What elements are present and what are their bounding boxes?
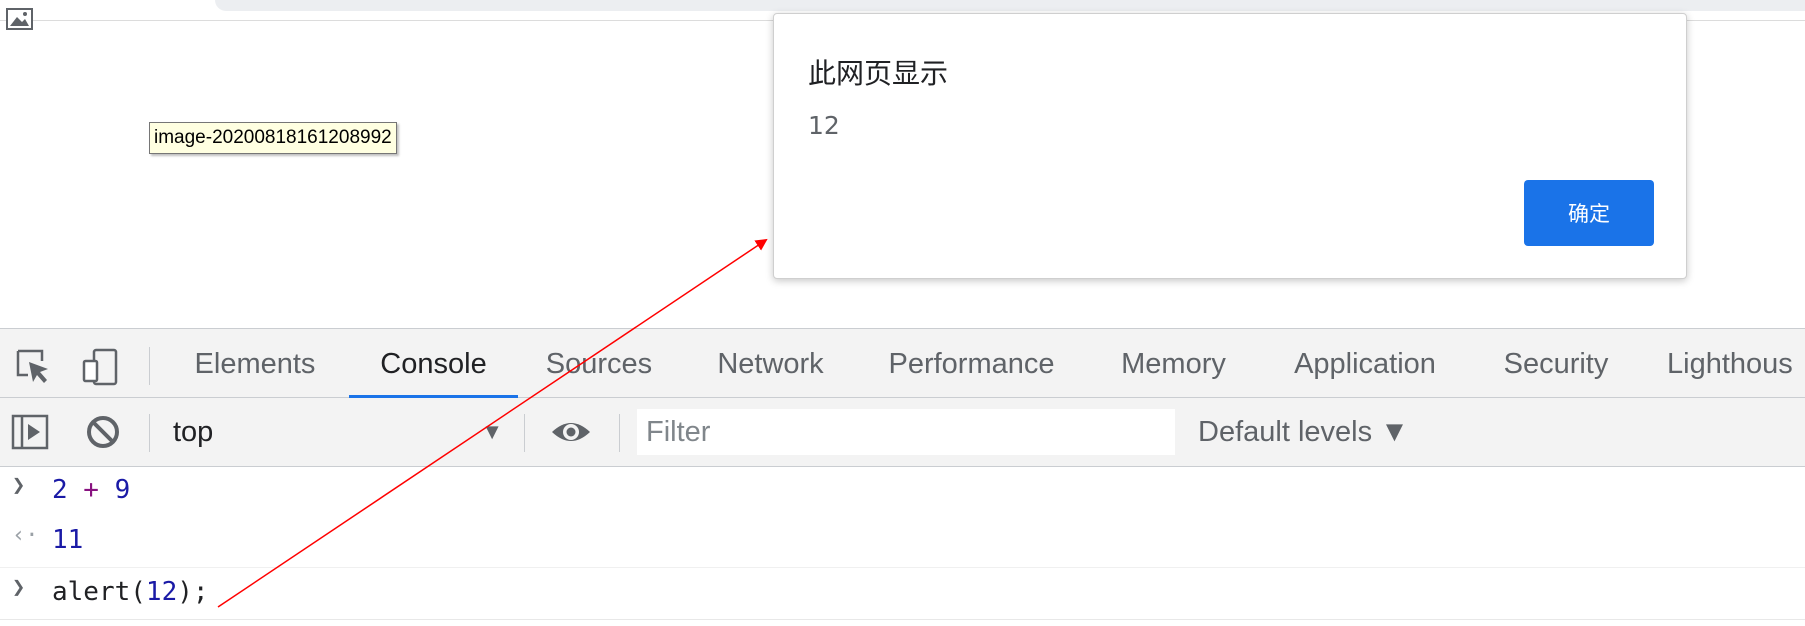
code-token-num: 9 [114,475,131,505]
console-input-line: ❯ 2 + 9 [0,467,1805,517]
code-token-num: 12 [145,577,178,607]
console-input-line: ❯ alert(12); [0,569,1805,619]
filter-input[interactable] [637,409,1175,455]
dialog-title: 此网页显示 [808,57,949,90]
input-prompt-icon: ❯ [12,473,26,498]
tab-security[interactable]: Security [1496,329,1616,398]
clear-console-icon[interactable] [83,412,123,452]
browser-top-strip [215,0,1805,11]
image-placeholder-icon [6,8,33,30]
tab-sources[interactable]: Sources [540,329,658,398]
tab-performance[interactable]: Performance [883,329,1060,398]
sidebar-toggle-icon[interactable] [10,412,50,452]
toolbar-separator [619,414,620,452]
tab-application[interactable]: Application [1285,329,1445,398]
ok-button[interactable]: 确定 [1524,180,1654,246]
tab-lighthouse[interactable]: Lighthous [1667,329,1805,398]
alert-dialog: 此网页显示 12 确定 [773,13,1687,279]
dropdown-caret-icon: ▼ [481,419,503,444]
tab-bar-separator [149,347,150,385]
tab-elements[interactable]: Elements [188,329,322,398]
toolbar-separator [524,414,525,452]
device-toolbar-icon[interactable] [80,347,120,387]
console-result-line: ‹· 11 [0,517,1805,567]
live-expression-eye-icon[interactable] [550,412,592,452]
code-token-op: + [67,475,115,505]
console-code: 2 + 9 [52,475,130,505]
console-toolbar: top ▼ Default levels ▼ [0,398,1805,467]
context-selector-value: top [173,416,214,448]
context-selector[interactable]: top ▼ [158,408,513,456]
inspect-element-icon[interactable] [14,347,54,387]
console-divider [0,567,1805,568]
console-output[interactable]: ❯ 2 + 9 ‹· 11 ❯ alert(12); [0,467,1805,626]
code-token-num: 2 [52,475,68,505]
console-result: 11 [52,525,84,555]
code-token-plain: ); [177,577,209,607]
code-token-plain: alert( [52,577,146,607]
tab-network[interactable]: Network [707,329,834,398]
devtools-tab-bar: Elements Console Sources Network Perform… [0,328,1805,398]
console-divider [0,619,1805,620]
dialog-message: 12 [808,111,840,140]
input-prompt-icon: ❯ [12,575,26,600]
tab-console[interactable]: Console [349,329,518,398]
log-levels-dropdown[interactable]: Default levels ▼ [1198,408,1409,456]
console-code: alert(12); [52,577,209,607]
devtools-panel: Elements Console Sources Network Perform… [0,328,1805,626]
tab-memory[interactable]: Memory [1110,329,1237,398]
image-tooltip: image-20200818161208992 [149,122,397,154]
result-arrow-icon: ‹· [12,523,39,548]
toolbar-separator [149,414,150,452]
